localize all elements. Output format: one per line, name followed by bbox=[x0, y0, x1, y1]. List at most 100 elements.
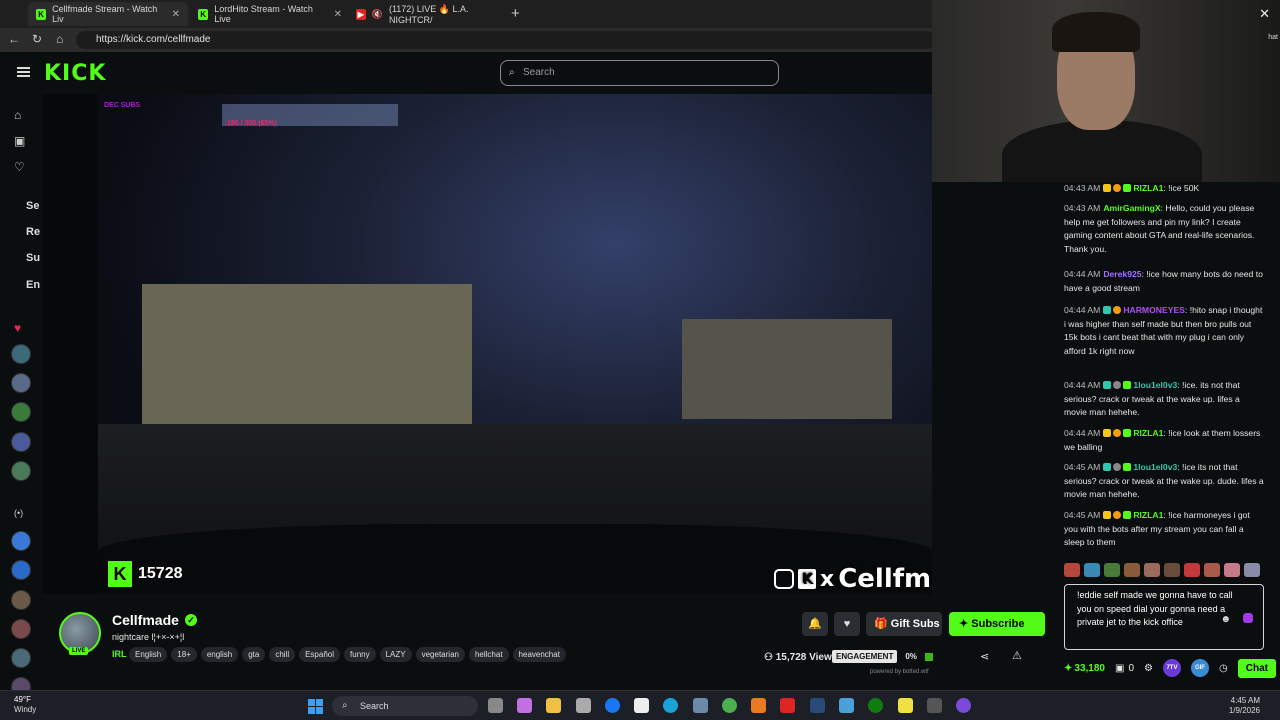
back-icon[interactable]: ← bbox=[8, 32, 20, 46]
weather-widget[interactable]: 49°F Windy bbox=[14, 695, 36, 715]
channel-name[interactable]: Cellfmade bbox=[112, 612, 179, 628]
avatar[interactable] bbox=[11, 344, 31, 364]
history-icon[interactable]: ◷ bbox=[1219, 663, 1228, 674]
facebook-icon[interactable] bbox=[605, 698, 620, 713]
youtube-icon[interactable] bbox=[780, 698, 795, 713]
sidebar-section-label[interactable]: En bbox=[26, 279, 40, 291]
system-clock[interactable]: 4:45 AM 1/9/2026 bbox=[1208, 696, 1260, 716]
tag[interactable]: gta bbox=[242, 647, 266, 662]
calculator-icon[interactable] bbox=[693, 698, 708, 713]
tab-cellfmade[interactable]: K Cellfmade Stream - Watch Liv ✕ bbox=[28, 2, 188, 26]
emote-icon[interactable] bbox=[1064, 563, 1080, 577]
sidebar-section-label[interactable]: Re bbox=[26, 226, 40, 238]
menu-icon[interactable] bbox=[17, 67, 30, 77]
subscribe-button[interactable]: ✦ Subscribe bbox=[949, 612, 1045, 636]
avatar[interactable] bbox=[11, 432, 31, 452]
avatar[interactable] bbox=[11, 531, 31, 551]
tag[interactable]: LAZY bbox=[379, 647, 412, 662]
emote-icon[interactable] bbox=[1164, 563, 1180, 577]
obs-icon[interactable] bbox=[956, 698, 971, 713]
edge-icon[interactable] bbox=[663, 698, 678, 713]
verified-icon: ✓ bbox=[185, 614, 197, 626]
windows-start-icon[interactable] bbox=[308, 699, 323, 714]
tag[interactable]: chill bbox=[269, 647, 296, 662]
tag[interactable]: Español bbox=[299, 647, 341, 662]
steam-icon[interactable] bbox=[810, 698, 825, 713]
following-icon[interactable]: ♡ bbox=[14, 160, 25, 174]
tag[interactable]: English bbox=[129, 647, 168, 662]
emote-icon[interactable] bbox=[1224, 563, 1240, 577]
close-icon[interactable]: ✕ bbox=[172, 9, 180, 20]
category-link[interactable]: IRL bbox=[112, 649, 127, 659]
close-icon[interactable]: ✕ bbox=[334, 9, 342, 20]
url-field[interactable]: https://kick.com/cellfmade bbox=[76, 31, 936, 49]
mute-icon[interactable]: 🔇 bbox=[372, 9, 383, 20]
tab-lordhito[interactable]: K LordHito Stream - Watch Live ✕ bbox=[190, 2, 350, 26]
search-input[interactable]: ⌕ Search bbox=[500, 60, 779, 86]
share-icon[interactable]: ⋖ bbox=[980, 650, 989, 663]
notes-icon[interactable] bbox=[898, 698, 913, 713]
chat-input[interactable]: !eddie self made we gonna have to call y… bbox=[1064, 584, 1264, 650]
emote-icon[interactable] bbox=[1124, 563, 1140, 577]
goal-label: 196 / 300 (65%) bbox=[227, 120, 277, 127]
sidebar-section-label[interactable]: Se bbox=[26, 200, 39, 212]
avatar[interactable] bbox=[11, 560, 31, 580]
vlc-icon[interactable] bbox=[751, 698, 766, 713]
emote-icon[interactable] bbox=[1204, 563, 1220, 577]
tag[interactable]: funny bbox=[344, 647, 376, 662]
channel-points[interactable]: 33,180 bbox=[1074, 663, 1105, 674]
browse-icon[interactable]: ▣ bbox=[14, 134, 25, 148]
video-player[interactable]: DEC SUBS 196 / 300 (65%) K 15728 K x Cel… bbox=[42, 94, 932, 594]
avatar[interactable] bbox=[11, 402, 31, 422]
send-icon[interactable] bbox=[1243, 613, 1253, 623]
settings-icon[interactable] bbox=[927, 698, 942, 713]
new-tab-icon[interactable]: + bbox=[511, 5, 520, 22]
emote-icon[interactable] bbox=[1144, 563, 1160, 577]
kick-logo[interactable]: KICK bbox=[44, 61, 106, 86]
tag[interactable]: heavenchat bbox=[512, 647, 566, 662]
app-icon[interactable] bbox=[839, 698, 854, 713]
reload-icon[interactable]: ↻ bbox=[32, 32, 42, 46]
xbox-icon[interactable] bbox=[868, 698, 883, 713]
report-icon[interactable]: ⚠ bbox=[1012, 649, 1022, 662]
avatar[interactable] bbox=[11, 461, 31, 481]
amazon-icon[interactable] bbox=[634, 698, 649, 713]
brand-overlay: K x Cellfmade bbox=[774, 564, 932, 594]
avatar[interactable] bbox=[11, 619, 31, 639]
tag[interactable]: english bbox=[200, 647, 239, 662]
notification-bell-button[interactable]: 🔔 bbox=[802, 612, 828, 636]
follow-button[interactable]: ♥ bbox=[834, 612, 860, 636]
tab-youtube[interactable]: ▶ 🔇 (1172) LIVE 🔥 L.A. NIGHTCR/ bbox=[348, 2, 508, 26]
file-explorer-icon[interactable] bbox=[546, 698, 561, 713]
avatar[interactable] bbox=[11, 373, 31, 393]
home-icon[interactable]: ⌂ bbox=[56, 32, 63, 46]
home-icon[interactable]: ⌂ bbox=[14, 108, 21, 122]
emoji-icon[interactable]: ☻ bbox=[1220, 613, 1231, 627]
taskbar-search[interactable]: ⌕ Search bbox=[332, 696, 478, 716]
powered-by[interactable]: powered by botted.wtf bbox=[870, 669, 929, 675]
gift-subs-button[interactable]: 🎁 Gift Subs bbox=[866, 612, 942, 636]
avatar[interactable] bbox=[11, 590, 31, 610]
tag[interactable]: 18+ bbox=[171, 647, 197, 662]
chrome-icon[interactable] bbox=[722, 698, 737, 713]
task-view-icon[interactable] bbox=[488, 698, 503, 713]
close-icon[interactable]: ✕ bbox=[1259, 6, 1270, 22]
emote-icon[interactable] bbox=[1084, 563, 1100, 577]
gif-icon[interactable]: GIF bbox=[1190, 659, 1209, 677]
emote-icon[interactable] bbox=[1184, 563, 1200, 577]
emote-icon[interactable] bbox=[1104, 563, 1120, 577]
chat-send-button[interactable]: Chat bbox=[1237, 658, 1276, 678]
copilot-icon[interactable] bbox=[517, 698, 532, 713]
emote-icon[interactable] bbox=[1244, 563, 1260, 577]
7tv-icon[interactable]: 7TV bbox=[1162, 659, 1181, 677]
left-sidebar: ⌂ ▣ ♡ Se Re Su En ♥ (•) bbox=[0, 94, 42, 697]
store-icon[interactable] bbox=[576, 698, 591, 713]
badge-icon bbox=[1103, 429, 1112, 437]
engagement-meter: ENGAGEMENT 0% bbox=[832, 650, 933, 663]
tag[interactable]: hellchat bbox=[468, 647, 509, 662]
gear-icon[interactable]: ⚙ bbox=[1144, 663, 1153, 674]
badge-icon bbox=[1113, 511, 1122, 519]
tag[interactable]: vegetarian bbox=[415, 647, 465, 662]
avatar[interactable] bbox=[11, 648, 31, 668]
sidebar-section-label[interactable]: Su bbox=[26, 252, 40, 264]
